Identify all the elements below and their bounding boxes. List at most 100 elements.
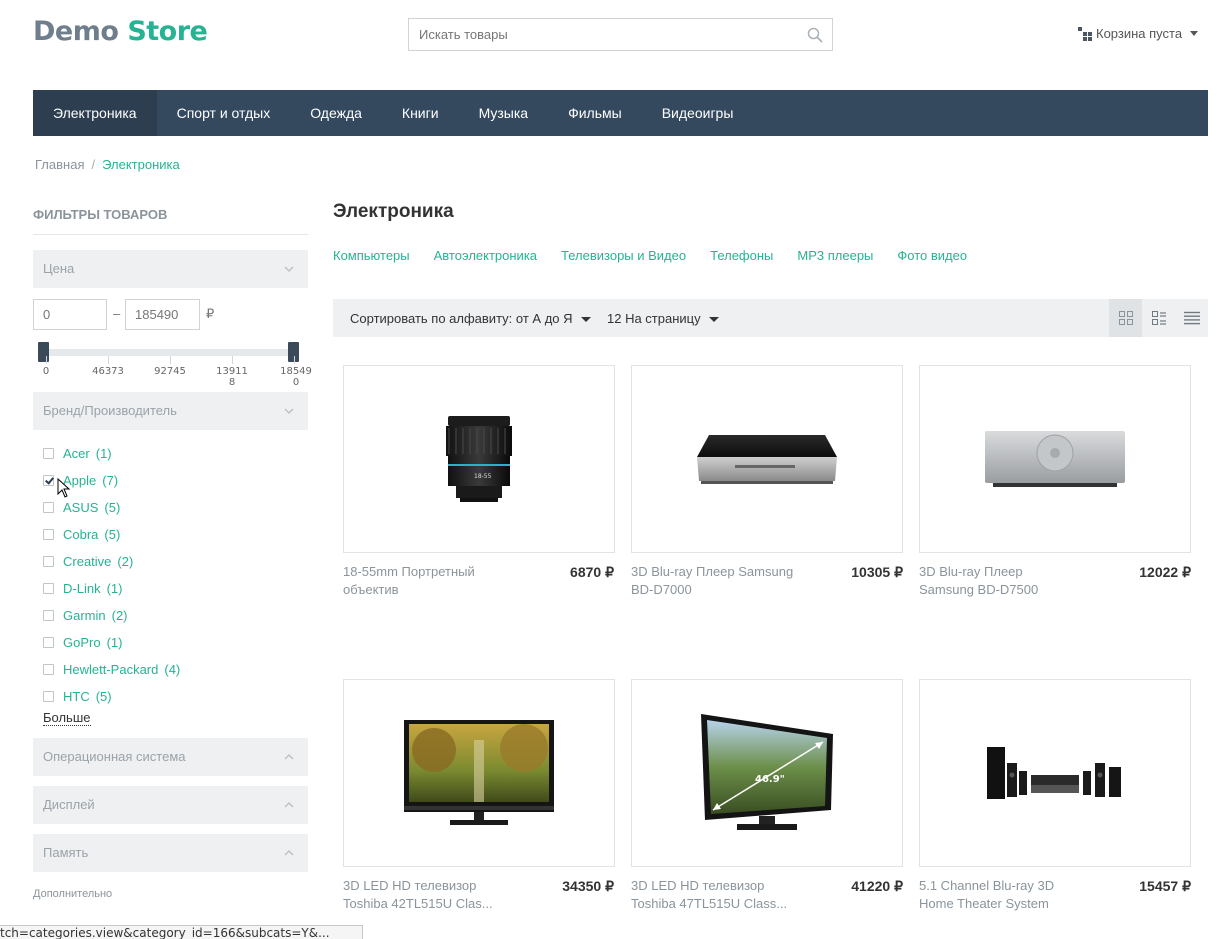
price-min-input[interactable]: 0 [33,299,107,330]
slider-tick-label: 18549 0 [280,366,312,388]
checkbox[interactable] [43,447,54,459]
brand-filter-hp[interactable]: Hewlett-Packard (4) [43,660,180,678]
brand-filter-htc[interactable]: HTC (5) [43,687,112,705]
product-image-tv-42[interactable] [343,679,615,867]
os-facet-label: Операционная система [43,749,186,764]
checkbox[interactable] [43,609,54,621]
product-name[interactable]: 3D Blu-ray Плеер Samsung BD-D7000 [631,563,811,599]
slider-tick-label: 92745 [154,366,186,377]
subcategory-link[interactable]: Телефоны [710,248,773,263]
subcategory-link[interactable]: Автоэлектроника [434,248,537,263]
brand-count: (1) [106,580,123,596]
currency-symbol: ₽ [206,306,215,321]
display-facet-label: Дисплей [43,797,95,812]
product-image-bluray-7000[interactable] [631,365,903,553]
product-image-lens[interactable]: 18-55 [343,365,615,553]
product-name[interactable]: 5.1 Channel Blu-ray 3D Home Theater Syst… [919,877,1089,913]
product-name[interactable]: 3D Blu-ray Плеер Samsung BD-D7500 [919,563,1079,599]
brand-count: (1) [106,634,123,650]
chevron-up-icon [284,801,294,808]
show-more-brands-link[interactable]: Больше [43,710,91,726]
chevron-up-icon [284,849,294,856]
product-name[interactable]: 18-55mm Портретный объектив [343,563,523,599]
per-page-dropdown[interactable]: 12 На страницу [607,311,719,326]
brand-filter-dlink[interactable]: D-Link (1) [43,579,122,597]
nav-item-electronics[interactable]: Электроника [33,90,157,136]
compact-list-view-button[interactable] [1175,299,1208,337]
subcategory-link[interactable]: MP3 плееры [797,248,873,263]
breadcrumb: Главная / Электроника [35,157,180,172]
brand-count: (5) [104,526,121,542]
product-name[interactable]: 3D LED HD телевизор Toshiba 47TL515U Cla… [631,877,811,913]
brand-filter-acer[interactable]: Acer (1) [43,444,112,462]
checkbox[interactable] [43,663,54,675]
grid-view-button[interactable] [1109,299,1142,337]
page-title: Электроника [333,201,454,222]
chevron-down-icon [284,408,294,415]
price-max-input[interactable]: 185490 [125,299,200,330]
cart-dropdown[interactable]: Корзина пуста [1078,26,1199,41]
search-icon[interactable] [807,27,823,43]
slider-tick-label: 46373 [92,366,124,377]
product-name[interactable]: 3D LED HD телевизор Toshiba 42TL515U Cla… [343,877,523,913]
nav-item-music[interactable]: Музыка [459,90,549,136]
nav-item-movies[interactable]: Фильмы [548,90,642,136]
brand-count: (2) [117,553,134,569]
checkbox[interactable] [43,690,54,702]
menu-lines-icon [1183,311,1200,325]
product-price: 6870 ₽ [570,564,614,580]
logo-text-store: Store [127,16,208,47]
product-image-bluray-7500[interactable] [919,365,1191,553]
nav-item-books[interactable]: Книги [382,90,459,136]
price-slider-track[interactable] [41,349,295,356]
tv-image: 46.9" [701,714,833,830]
brand-facet-header[interactable]: Бренд/Производитель [33,392,308,430]
search-input[interactable] [409,19,789,50]
mouse-pointer-icon [57,478,71,498]
brand-filter-garmin[interactable]: Garmin (2) [43,606,128,624]
brand-facet-label: Бренд/Производитель [43,403,177,418]
display-facet-header[interactable]: Дисплей [33,786,308,824]
store-logo[interactable]: Demo Store [33,16,208,47]
nav-item-videogames[interactable]: Видеоигры [642,90,754,136]
subcategory-list: Компьютеры Автоэлектроника Телевизоры и … [333,248,967,263]
nav-item-sport[interactable]: Спорт и отдых [157,90,291,136]
slider-tick [170,356,171,364]
cart-icon [1078,26,1092,41]
memory-facet-header[interactable]: Память [33,834,308,872]
slider-tick-label: 13911 8 [216,366,248,388]
slider-tick [108,356,109,364]
product-image-tv-47[interactable]: 46.9" [631,679,903,867]
brand-count: (4) [164,661,181,677]
subcategory-link[interactable]: Телевизоры и Видео [561,248,686,263]
nav-item-clothes[interactable]: Одежда [290,90,382,136]
memory-facet-label: Память [43,845,89,860]
brand-filter-asus[interactable]: ASUS (5) [43,498,120,516]
brand-filter-creative[interactable]: Creative (2) [43,552,133,570]
cart-label: Корзина пуста [1096,26,1183,41]
brand-filter-gopro[interactable]: GoPro (1) [43,633,122,651]
os-facet-header[interactable]: Операционная система [33,738,308,776]
list-icon [1151,311,1166,325]
logo-text-demo: Demo [33,16,119,47]
product-image-home-theater[interactable] [919,679,1191,867]
brand-name: HTC [63,688,90,704]
brand-filter-apple[interactable]: Apple (7) [43,471,118,489]
checkbox[interactable] [43,636,54,648]
sort-dropdown[interactable]: Сортировать по алфавиту: от А до Я [350,311,591,326]
extra-filters-link[interactable]: Дополнительно [33,888,112,900]
price-facet-header[interactable]: Цена [33,250,308,288]
brand-filter-cobra[interactable]: Cobra (5) [43,525,120,543]
subcategory-link[interactable]: Фото видео [897,248,967,263]
price-slider-min-handle[interactable] [38,342,49,362]
subcategory-link[interactable]: Компьютеры [333,248,410,263]
breadcrumb-home[interactable]: Главная [35,157,84,172]
list-view-button[interactable] [1142,299,1175,337]
checkbox[interactable] [43,582,54,594]
checkbox-checked[interactable] [43,474,54,486]
product-price: 15457 ₽ [1139,878,1191,894]
checkbox[interactable] [43,528,54,540]
checkbox[interactable] [43,501,54,513]
breadcrumb-current[interactable]: Электроника [102,157,180,172]
checkbox[interactable] [43,555,54,567]
